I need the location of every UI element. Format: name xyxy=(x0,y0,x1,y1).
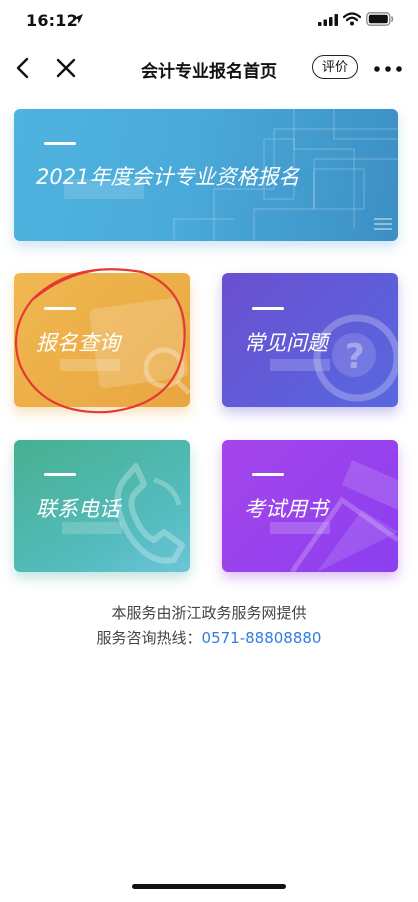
more-options-icon[interactable] xyxy=(374,66,402,72)
battery-icon xyxy=(366,12,394,26)
status-time: 16:12 xyxy=(26,11,78,30)
decor-dash xyxy=(252,473,284,476)
decor-dash xyxy=(44,473,76,476)
hotline-label: 服务咨询热线： xyxy=(96,629,202,647)
home-indicator xyxy=(132,884,286,889)
card-label: 常见问题 xyxy=(244,331,328,355)
hotline-number-link[interactable]: 0571-88808880 xyxy=(202,629,322,647)
cellular-signal-icon xyxy=(318,14,338,26)
decor-dash xyxy=(252,307,284,310)
banner-card-label: 2021年度会计专业资格报名 xyxy=(36,165,300,189)
location-arrow-icon xyxy=(73,14,83,24)
rate-button[interactable]: 评价 xyxy=(312,55,358,79)
footer-hotline: 服务咨询热线：0571-88808880 xyxy=(0,627,418,648)
decor-dash xyxy=(44,142,76,145)
wifi-icon xyxy=(343,12,361,26)
card-label: 联系电话 xyxy=(36,497,120,521)
card-label: 考试用书 xyxy=(244,497,328,521)
card-faq[interactable]: ? 常见问题 xyxy=(222,273,398,407)
card-exam-books[interactable]: 考试用书 xyxy=(222,440,398,572)
nav-bar: 会计专业报名首页 评价 xyxy=(0,44,418,92)
banner-card-registration[interactable]: 2021年度会计专业资格报名 xyxy=(14,109,398,241)
svg-text:?: ? xyxy=(345,337,365,377)
card-contact-phone[interactable]: 联系电话 xyxy=(14,440,190,572)
footer-provider-text: 本服务由浙江政务服务网提供 xyxy=(111,604,307,622)
annotation-circle-mark xyxy=(14,268,186,414)
status-bar: 16:12 xyxy=(0,0,418,44)
